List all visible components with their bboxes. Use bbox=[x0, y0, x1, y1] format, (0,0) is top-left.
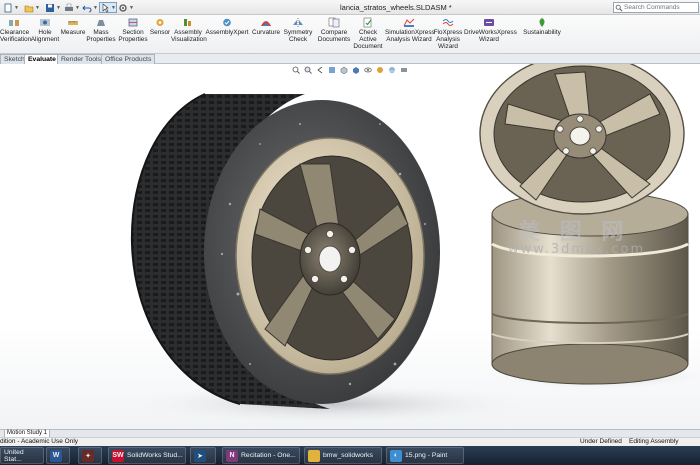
section-view-icon[interactable] bbox=[328, 66, 336, 74]
display-style-icon[interactable] bbox=[352, 66, 360, 74]
compare-documents-icon bbox=[328, 17, 340, 28]
new-icon[interactable]: ▼ bbox=[3, 2, 19, 13]
floxpress-button[interactable]: FloXpress Analysis Wizard bbox=[433, 17, 463, 51]
assembly-visualization-button[interactable]: Assembly Visualization bbox=[171, 17, 207, 43]
apply-scene-icon[interactable] bbox=[388, 66, 396, 74]
tab-evaluate[interactable]: Evaluate bbox=[24, 54, 60, 64]
assembly-visualization-icon bbox=[184, 19, 191, 26]
tab-render-tools[interactable]: Render Tools bbox=[57, 54, 105, 64]
mass-properties-icon bbox=[97, 20, 105, 26]
folder-icon bbox=[308, 449, 320, 462]
measure-button[interactable]: Measure bbox=[60, 17, 86, 36]
mass-properties-button[interactable]: Mass Properties bbox=[86, 17, 116, 43]
windows-taskbar: United Stat... W ✦ SW SolidWorks Stud...… bbox=[0, 446, 700, 465]
symmetry-check-button[interactable]: Symmetry Check bbox=[283, 17, 313, 43]
document-title: lancia_stratos_wheels.SLDASM * bbox=[340, 3, 452, 12]
status-bar: dition - Academic Use Only Under Defined… bbox=[0, 437, 700, 446]
section-properties-button[interactable]: Section Properties bbox=[117, 17, 149, 43]
motion-study-bar: Motion Study 1 bbox=[0, 429, 700, 438]
select-icon[interactable]: ▼ bbox=[99, 2, 117, 13]
taskbar-item-folder[interactable]: bmw_solidworks bbox=[304, 447, 382, 464]
status-definition: Under Defined bbox=[580, 438, 622, 445]
search-icon bbox=[614, 3, 624, 12]
tab-office-products[interactable]: Office Products bbox=[101, 54, 156, 64]
edit-appearance-icon[interactable] bbox=[376, 66, 384, 74]
view-settings-icon[interactable] bbox=[400, 66, 408, 74]
taskbar-item-media[interactable]: ➤ bbox=[190, 447, 216, 464]
zoom-area-icon[interactable] bbox=[304, 66, 312, 74]
onenote-icon: N bbox=[226, 449, 238, 462]
view-orientation-icon[interactable] bbox=[340, 66, 348, 74]
simulationxpress-button[interactable]: SimulationXpress Analysis Wizard bbox=[385, 17, 435, 43]
media-icon: ➤ bbox=[194, 449, 206, 462]
sustainability-button[interactable]: Sustainability bbox=[522, 17, 562, 36]
evaluate-ribbon: Clearance Verification Hole Alignment Me… bbox=[0, 15, 700, 54]
measure-icon bbox=[68, 21, 78, 25]
curvature-button[interactable]: Curvature bbox=[251, 17, 281, 36]
check-active-document-button[interactable]: Check Active Document bbox=[352, 17, 384, 51]
sensor-button[interactable]: Sensor bbox=[149, 17, 171, 36]
hole-alignment-icon bbox=[40, 19, 50, 26]
taskbar-item-onenote[interactable]: N Recitation - One... bbox=[222, 447, 300, 464]
floxpress-icon bbox=[442, 19, 454, 26]
watermark-text: www.3dmox.com bbox=[508, 242, 646, 257]
word-icon: W bbox=[50, 449, 62, 462]
open-icon[interactable]: ▼ bbox=[24, 2, 40, 13]
save-icon[interactable]: ▼ bbox=[45, 2, 61, 13]
taskbar-item-language[interactable]: United Stat... bbox=[0, 447, 44, 464]
driveworksxpress-icon bbox=[484, 19, 494, 26]
compare-documents-button[interactable]: Compare Documents bbox=[315, 17, 353, 43]
curvature-icon bbox=[261, 21, 271, 26]
clearance-verification-icon bbox=[9, 20, 19, 26]
title-bar: ▼ ▼ ▼ ▼ ▼ ▼ ▼ lancia_stratos_wheels.SLDA… bbox=[0, 0, 700, 15]
search-commands-box[interactable] bbox=[613, 2, 699, 13]
hide-show-icon[interactable] bbox=[364, 66, 372, 74]
taskbar-item-word[interactable]: W bbox=[46, 447, 70, 464]
assemblyxpert-icon bbox=[223, 18, 231, 27]
clearance-verification-button[interactable]: Clearance Verification bbox=[0, 17, 31, 43]
hole-alignment-button[interactable]: Hole Alignment bbox=[30, 17, 60, 43]
driveworksxpress-button[interactable]: DriveWorksXpress Wizard bbox=[464, 17, 517, 43]
sustainability-icon bbox=[539, 18, 545, 27]
sensor-icon bbox=[156, 19, 164, 26]
assemblyxpert-button[interactable]: AssemblyXpert bbox=[205, 17, 249, 36]
undo-icon[interactable]: ▼ bbox=[82, 2, 98, 13]
app-icon: ✦ bbox=[82, 449, 94, 462]
heads-up-view-toolbar[interactable] bbox=[292, 65, 408, 74]
previous-view-icon[interactable] bbox=[316, 66, 324, 74]
taskbar-item-solidworks[interactable]: SW SolidWorks Stud... bbox=[108, 447, 186, 464]
paint-icon: ◐ bbox=[390, 449, 402, 462]
search-input[interactable] bbox=[624, 4, 696, 11]
check-active-document-icon bbox=[363, 17, 372, 28]
options-icon[interactable]: ▼ bbox=[118, 2, 134, 13]
print-icon[interactable]: ▼ bbox=[64, 2, 80, 13]
simulationxpress-icon bbox=[403, 18, 415, 27]
graphics-viewport[interactable]: 美 图 网 www.3dmox.com bbox=[0, 64, 700, 429]
solidworks-icon: SW bbox=[112, 449, 124, 462]
command-tabs: Sketch Evaluate Render Tools Office Prod… bbox=[0, 54, 700, 64]
zoom-fit-icon[interactable] bbox=[292, 66, 300, 74]
status-mode: Editing Assembly bbox=[629, 438, 679, 445]
status-edition: dition - Academic Use Only bbox=[0, 438, 79, 445]
taskbar-item-app[interactable]: ✦ bbox=[78, 447, 102, 464]
taskbar-item-paint[interactable]: ◐ 15.png - Paint bbox=[386, 447, 464, 464]
symmetry-check-icon bbox=[293, 18, 303, 27]
section-properties-icon bbox=[128, 18, 138, 27]
